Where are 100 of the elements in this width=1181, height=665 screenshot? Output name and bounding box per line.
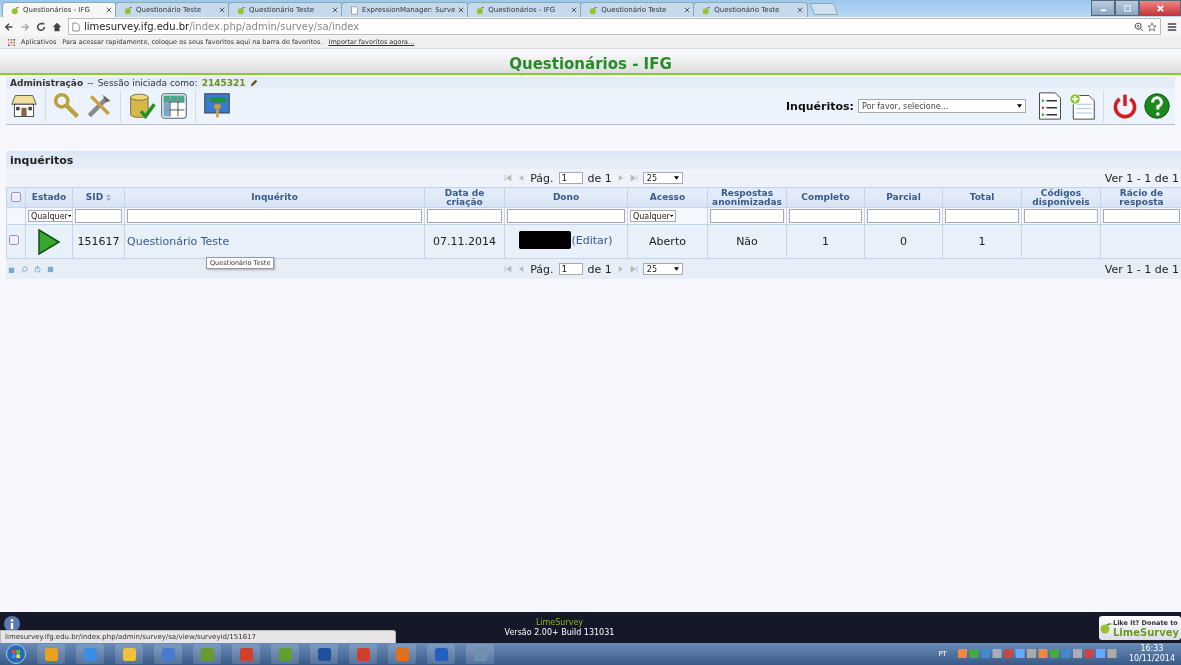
taskbar-app-icon[interactable] [310,644,338,664]
lime-icon [237,5,246,15]
record-range: Ver 1 - 1 de 1 [1104,262,1179,276]
taskbar-app-icon[interactable] [427,644,455,664]
next-page-icon[interactable] [616,266,625,272]
database-check-icon[interactable] [128,92,156,120]
caret-icon [673,267,679,271]
page-label: Pág. [530,171,554,185]
taskbar-app-icon[interactable] [76,644,104,664]
column-header[interactable]: SID [85,193,104,202]
refresh-icon[interactable] [34,265,41,273]
lime-icon [11,5,20,15]
filter-input[interactable] [507,209,625,223]
filter-select[interactable]: Qualquer [28,210,72,222]
grid-icon[interactable] [160,92,188,120]
table-cell: 1 [978,235,986,248]
apps-grid-icon[interactable] [8,38,15,46]
column-header[interactable]: Total [969,193,995,202]
monitor-brush-icon[interactable] [203,92,231,120]
power-icon[interactable] [1111,92,1139,120]
star-icon[interactable] [1147,21,1157,32]
forward-icon[interactable] [20,21,30,32]
table-cell: Aberto [649,235,686,248]
next-page-icon[interactable] [616,175,625,181]
first-page-icon[interactable] [504,266,513,272]
page-title: Questionários - IFG [509,54,672,73]
columns-icon[interactable] [47,265,54,273]
surveys-label: Inquéritos: [785,99,854,113]
filter-input[interactable] [427,209,502,223]
menu-icon[interactable] [1167,21,1177,32]
page-count: de 1 [587,171,612,185]
page-input[interactable]: 1 [558,172,583,184]
minimize-button[interactable] [1091,0,1115,16]
close-icon[interactable] [458,7,465,13]
filter-input[interactable] [945,209,1019,223]
close-icon[interactable] [797,7,804,13]
sort-icon[interactable] [106,194,112,201]
filter-select[interactable]: Qualquer [630,210,676,222]
filter-input[interactable] [789,209,862,223]
taskbar-app-icon[interactable] [466,644,494,664]
home-icon[interactable] [52,21,62,32]
tray-icons-drawing[interactable] [957,649,1118,659]
close-icon[interactable] [571,7,578,13]
last-page-icon[interactable] [629,266,638,272]
filter-input[interactable] [75,209,122,223]
taskbar-app-icon[interactable] [193,644,221,664]
close-icon[interactable] [106,7,112,13]
trash-icon[interactable] [8,265,15,273]
new-document-icon[interactable] [1068,92,1096,120]
zoom-icon[interactable] [1134,21,1144,32]
previous-page-icon[interactable] [517,175,526,181]
filter-input[interactable] [127,209,422,223]
taskbar-app-icon[interactable] [271,644,299,664]
record-range: Ver 1 - 1 de 1 [1104,171,1179,185]
help-icon[interactable] [1143,92,1171,120]
caret-icon [673,176,679,180]
tools-icon[interactable] [85,92,113,120]
survey-select[interactable]: Por favor, selecione... [858,99,1026,113]
start-button[interactable] [6,644,26,664]
select-all-checkbox[interactable] [11,191,21,202]
survey-list-icon[interactable] [1036,92,1064,120]
play-icon[interactable] [37,228,61,255]
address-bar[interactable]: limesurvey.ifg.edu.br/index.php/admin/survey/sa/index [68,18,1161,35]
column-header[interactable]: Acesso [649,193,686,202]
reload-icon[interactable] [36,21,46,32]
previous-page-icon[interactable] [517,266,526,272]
taskbar-app-icon[interactable] [388,644,416,664]
last-page-icon[interactable] [629,175,638,181]
table-cell: Não [736,235,758,248]
page-size-select[interactable]: 25 [642,263,683,275]
filter-input[interactable] [867,209,940,223]
column-header[interactable]: Parcial [886,193,921,202]
taskbar-app-icon[interactable] [115,644,143,664]
close-window-button[interactable] [1139,0,1181,16]
filter-input[interactable] [1103,209,1180,223]
taskbar-app-icon[interactable] [154,644,182,664]
taskbar-app-icon[interactable] [349,644,377,664]
search-icon[interactable] [21,265,28,273]
caret-icon [67,214,71,218]
new-tab-button[interactable] [810,3,839,15]
house-icon[interactable] [10,92,38,120]
taskbar-app-icon[interactable] [232,644,260,664]
column-header[interactable]: Dono [552,193,580,202]
restore-button[interactable] [1115,0,1139,16]
survey-title-link[interactable]: Questionário Teste [127,235,230,248]
close-icon[interactable] [219,7,225,13]
page-size-select[interactable]: 25 [642,172,683,184]
clock[interactable]: 16:33 10/11/2014 [1128,644,1175,664]
page-input[interactable]: 1 [558,263,583,275]
column-header[interactable]: Inquérito [251,193,298,202]
filter-input[interactable] [710,209,784,223]
row-checkbox[interactable] [9,235,19,245]
first-page-icon[interactable] [504,175,513,181]
close-icon[interactable] [332,7,338,13]
back-icon[interactable] [4,21,14,32]
taskbar-app-icon[interactable] [37,644,65,664]
edit-owner-link[interactable]: (Editar) [571,233,613,247]
close-icon[interactable] [684,7,691,13]
filter-input[interactable] [1024,209,1098,223]
page-count: de 1 [587,262,612,276]
